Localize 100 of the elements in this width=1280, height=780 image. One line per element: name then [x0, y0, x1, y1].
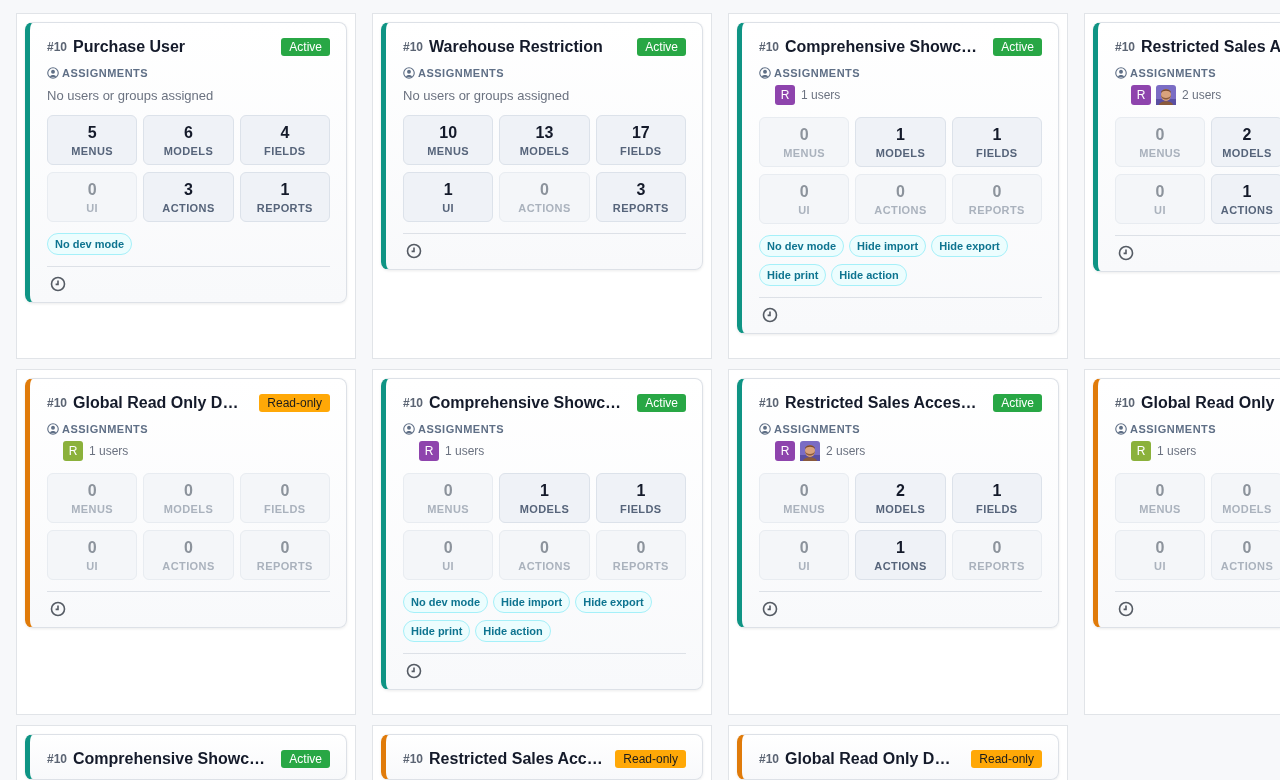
stat-tile: 4 FIELDS: [239, 115, 330, 165]
role-card[interactable]: #10 Restricted Sales Acces… Active ASSIGNMENTS R 2 users 0 MENUS 2 MODELS 1 FIELDS 0 UI 1 ACTIONS 0 REPORTS: [737, 378, 1059, 628]
stat-tile: 0 MENUS: [759, 117, 850, 167]
user-avatar: R: [1131, 85, 1151, 105]
role-card[interactable]: #10 Warehouse Restriction Active ASSIGNMENTS No users or groups assigned 10 MENUS 13 MODELS 17 FIELDS 1 UI 0 ACTIONS 3 REPORTS: [381, 22, 703, 270]
stat-tile: 0 UI: [1115, 530, 1205, 580]
user-count: 1 users: [89, 444, 129, 458]
card-title: Comprehensive Showc…: [73, 750, 267, 768]
stat-tile: 0 ACTIONS: [499, 530, 590, 580]
role-card[interactable]: #10 Purchase User Active ASSIGNMENTS No users or groups assigned 5 MENUS 6 MODELS 4 FIELDS 0 UI 3 ACTIONS 1 REPORTS No dev mode: [25, 22, 347, 303]
record-number: #10: [1115, 40, 1136, 54]
stat-tile: 0 REPORTS: [951, 174, 1042, 224]
stat-tile: 2 MODELS: [1211, 117, 1280, 167]
record-number: #10: [759, 396, 780, 410]
role-card[interactable]: #10 Global Read Only D… Read-only: [737, 734, 1059, 780]
card-title: Global Read Only: [1141, 394, 1276, 412]
stat-tile: 0 UI: [47, 530, 138, 580]
section-label: ASSIGNMENTS: [774, 67, 861, 79]
record-number: #10: [47, 752, 68, 766]
clock-icon: [762, 307, 778, 323]
restriction-tag: Hide export: [575, 591, 652, 613]
card-title: Restricted Sales A: [1141, 38, 1280, 56]
status-badge: Read-only: [971, 750, 1042, 768]
user-avatar: R: [419, 441, 439, 461]
card-title: Comprehensive Showc…: [785, 38, 979, 56]
role-card[interactable]: #10 Comprehensive Showc… Active ASSIGNMENTS R 1 users 0 MENUS 1 MODELS 1 FIELDS 0 UI 0 ACTIONS 0 REPORTS No dev mode Hide import Hide export Hide print Hide action: [381, 378, 703, 690]
user-icon: [1115, 67, 1127, 79]
record-number: #10: [1115, 396, 1136, 410]
stat-tile: 0 REPORTS: [239, 530, 330, 580]
stat-tile: 6 MODELS: [143, 115, 234, 165]
stat-tile: 1 FIELDS: [951, 117, 1042, 167]
stat-tile: 17 FIELDS: [595, 115, 686, 165]
section-label: ASSIGNMENTS: [418, 423, 505, 435]
status-badge: Active: [993, 394, 1042, 412]
stat-tile: 1 FIELDS: [951, 473, 1042, 523]
user-icon: [403, 423, 415, 435]
stat-tile: 0 ACTIONS: [1211, 530, 1280, 580]
restriction-tag: Hide export: [931, 235, 1008, 257]
stat-tile: 0 REPORTS: [951, 530, 1042, 580]
role-card[interactable]: #10 Global Read Only ASSIGNMENTS R 1 users 0 MENUS 0 MODELS 0 UI 0 ACTIONS: [1093, 378, 1280, 628]
role-card[interactable]: #10 Global Read Only D… Read-only ASSIGNMENTS R 1 users 0 MENUS 0 MODELS 0 FIELDS 0 UI 0 ACTIONS 0 REPORTS: [25, 378, 347, 628]
user-icon: [47, 67, 59, 79]
user-icon: [403, 67, 415, 79]
stat-tile: 1 UI: [403, 172, 494, 222]
stat-tile: 0 ACTIONS: [855, 174, 946, 224]
stat-tile: 5 MENUS: [47, 115, 138, 165]
stat-tile: 1 MODELS: [855, 117, 946, 167]
status-badge: Active: [281, 750, 330, 768]
card-title: Restricted Sales Acc…: [429, 750, 604, 768]
clock-icon: [50, 601, 66, 617]
stat-tile: 3 REPORTS: [595, 172, 686, 222]
status-badge: Read-only: [259, 394, 330, 412]
stat-tile: 0 MENUS: [403, 473, 494, 523]
stat-tile: 2 MODELS: [855, 473, 946, 523]
user-count: 1 users: [445, 444, 485, 458]
empty-text: No users or groups assigned: [47, 88, 215, 103]
stat-tile: 0 FIELDS: [239, 473, 330, 523]
stat-tile: 0 MODELS: [1211, 473, 1280, 523]
status-badge: Active: [993, 38, 1042, 56]
stat-tile: 0 MODELS: [143, 473, 234, 523]
record-number: #10: [403, 396, 424, 410]
role-card[interactable]: #10 Restricted Sales A ASSIGNMENTS R 2 users 0 MENUS 2 MODELS 0 UI 1 ACTIONS: [1093, 22, 1280, 272]
record-number: #10: [47, 40, 68, 54]
restriction-tag: No dev mode: [47, 233, 133, 255]
restriction-tag: Hide import: [493, 591, 571, 613]
clock-icon: [762, 601, 778, 617]
clock-icon: [50, 276, 66, 292]
role-card[interactable]: #10 Restricted Sales Acc… Read-only: [381, 734, 703, 780]
stat-tile: 0 ACTIONS: [499, 172, 590, 222]
stat-tile: 0 MENUS: [1115, 117, 1205, 167]
status-badge: Read-only: [615, 750, 686, 768]
clock-icon: [406, 663, 422, 679]
user-avatar: R: [775, 441, 795, 461]
card-title: Global Read Only D…: [785, 750, 952, 768]
stat-tile: 10 MENUS: [403, 115, 494, 165]
stat-tile: 0 UI: [1115, 174, 1205, 224]
card-title: Warehouse Restriction: [429, 38, 604, 56]
record-number: #10: [47, 396, 68, 410]
stat-tile: 0 REPORTS: [595, 530, 686, 580]
restriction-tag: Hide print: [403, 620, 471, 642]
restriction-tag: Hide import: [849, 235, 927, 257]
restriction-tag: Hide print: [759, 264, 827, 286]
stat-tile: 0 UI: [403, 530, 494, 580]
user-icon: [47, 423, 59, 435]
status-badge: Active: [637, 38, 686, 56]
restriction-tag: No dev mode: [403, 591, 489, 613]
section-label: ASSIGNMENTS: [1130, 67, 1217, 79]
section-label: ASSIGNMENTS: [1130, 423, 1217, 435]
clock-icon: [1118, 601, 1134, 617]
stat-tile: 0 MENUS: [47, 473, 138, 523]
role-card[interactable]: #10 Comprehensive Showc… Active ASSIGNMENTS R 1 users 0 MENUS 1 MODELS 1 FIELDS 0 UI 0 ACTIONS 0 REPORTS No dev mode Hide import Hide export Hide print Hide action: [737, 22, 1059, 334]
stat-tile: 0 UI: [759, 174, 850, 224]
user-count: 2 users: [826, 444, 866, 458]
user-count: 1 users: [801, 88, 841, 102]
role-card[interactable]: #10 Comprehensive Showc… Active: [25, 734, 347, 780]
record-number: #10: [403, 40, 424, 54]
restriction-tag: No dev mode: [759, 235, 845, 257]
section-label: ASSIGNMENTS: [418, 67, 505, 79]
user-icon: [759, 423, 771, 435]
user-avatar: R: [1131, 441, 1151, 461]
